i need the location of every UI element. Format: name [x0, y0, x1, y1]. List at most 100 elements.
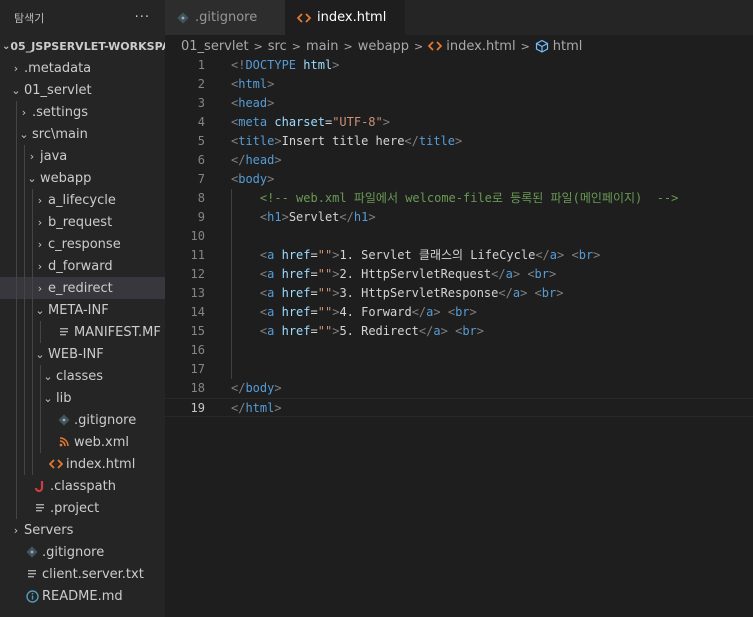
tree-item[interactable]: README.md — [0, 585, 165, 607]
token-tag: br — [455, 305, 470, 319]
indent-guide — [32, 321, 33, 343]
indent-guide — [32, 365, 33, 387]
code-line[interactable]: 18 </body> — [165, 379, 753, 398]
indent-guide — [24, 233, 25, 255]
indent-guide — [24, 211, 25, 233]
tree-item[interactable]: › e_redirect — [0, 277, 165, 299]
token-tag: br — [534, 267, 549, 281]
code-line[interactable]: 17 — [165, 360, 753, 379]
indent-guide — [16, 365, 17, 387]
tree-item[interactable]: .project — [0, 497, 165, 519]
tree-item[interactable]: index.html — [0, 453, 165, 475]
token-punct: > — [274, 401, 282, 415]
tree-item[interactable]: ⌄ classes — [0, 365, 165, 387]
tree-item[interactable]: ⌄ webapp — [0, 167, 165, 189]
token-punct: > — [455, 134, 463, 148]
breadcrumb-01-servlet[interactable]: 01_servlet — [181, 39, 249, 54]
explorer-title: 탐색기 — [14, 11, 45, 25]
token-tag: body — [238, 172, 268, 186]
code-line[interactable]: 14 <a href="">4. Forward</a> <br> — [165, 303, 753, 322]
tree-item[interactable]: .classpath — [0, 475, 165, 497]
tree-item[interactable]: ⌄ WEB-INF — [0, 343, 165, 365]
code-line[interactable]: 6 </head> — [165, 151, 753, 170]
tree-item[interactable]: client.server.txt — [0, 563, 165, 585]
chevron-right-icon: > — [291, 39, 301, 53]
git-icon — [177, 11, 189, 24]
tree-item[interactable]: ⌄ src\main — [0, 123, 165, 145]
code-line[interactable]: 4 <meta charset="UTF-8"> — [165, 113, 753, 132]
workspace-root[interactable]: ⌄ 05_JSPSERVLET-WORKSPA... — [0, 35, 165, 57]
chevron-right-icon: › — [37, 281, 43, 295]
tree-item[interactable]: .gitignore — [0, 409, 165, 431]
breadcrumb-webapp[interactable]: webapp — [358, 39, 409, 54]
token-tag: br — [541, 286, 557, 300]
chevron-down-icon: ⌄ — [2, 40, 11, 52]
breadcrumb-html[interactable]: html — [553, 39, 583, 54]
tree-item[interactable]: ⌄ 01_servlet — [0, 79, 165, 101]
code-text — [231, 341, 260, 360]
breadcrumb-main[interactable]: main — [306, 39, 338, 54]
token-tag: a — [505, 267, 513, 281]
tree-item-label: Servers — [24, 522, 74, 538]
code-line[interactable]: 2 <html> — [165, 75, 753, 94]
code-line[interactable]: 12 <a href="">2. HttpServletRequest</a> … — [165, 265, 753, 284]
token-punct: > — [281, 210, 289, 224]
html-icon — [428, 40, 443, 52]
code-line[interactable]: 1 <!DOCTYPE html> — [165, 56, 753, 75]
indent-guide — [32, 299, 33, 321]
tree-item[interactable]: ⌄ lib — [0, 387, 165, 409]
tree-item-label: web.xml — [74, 434, 129, 450]
code-line[interactable]: 10 — [165, 227, 753, 246]
indent-guide — [16, 277, 17, 299]
tree-item[interactable]: MANIFEST.MF — [0, 321, 165, 343]
token-tag: h1 — [267, 210, 282, 224]
tree-item[interactable]: .gitignore — [0, 541, 165, 563]
code-text: <h1>Servlet</h1> — [231, 208, 376, 227]
tree-item[interactable]: › c_response — [0, 233, 165, 255]
code-line[interactable]: 19 </html> — [165, 398, 753, 417]
tree-item[interactable]: › d_forward — [0, 255, 165, 277]
token-str: "" — [317, 267, 333, 281]
token-punct: </ — [404, 134, 419, 148]
tree-item[interactable]: › a_lifecycle — [0, 189, 165, 211]
code-line[interactable]: 11 < a href="" >1. Servlet 클래스의 LifeCycle<… — [165, 246, 753, 265]
code-line[interactable]: 3 <head> — [165, 94, 753, 113]
tree-item[interactable]: › Servers — [0, 519, 165, 541]
tab-gitignore[interactable]: .gitignore — [165, 0, 285, 35]
indent-guide — [16, 431, 17, 453]
more-actions-icon[interactable]: ··· — [135, 10, 150, 25]
code-line[interactable]: 7 <body> — [165, 170, 753, 189]
token-str: "" — [317, 248, 333, 262]
tree-item[interactable]: › b_request — [0, 211, 165, 233]
tree-item[interactable]: › .metadata — [0, 57, 165, 79]
code-line[interactable]: 16 — [165, 341, 753, 360]
indent-guide — [16, 189, 17, 211]
chevron-down-icon: ⌄ — [19, 127, 29, 141]
code-editor[interactable]: 1 <!DOCTYPE html> 2 <html> 3 <head> 4 <meta cha… — [165, 56, 753, 617]
code-line[interactable]: 5 <title>Insert title here</title> — [165, 132, 753, 151]
tree-item[interactable]: › .settings — [0, 101, 165, 123]
code-text: </html> — [231, 399, 282, 418]
tree-item[interactable]: › java — [0, 145, 165, 167]
tab-index-html[interactable]: index.html — [285, 0, 405, 35]
line-number: 12 — [190, 267, 205, 281]
breadcrumb-src[interactable]: src — [268, 39, 287, 54]
indent-guide — [16, 255, 17, 277]
token-attr: href — [281, 324, 311, 338]
chevron-right-icon: > — [253, 39, 263, 53]
chevron-right-icon: > — [520, 39, 530, 53]
indent-guide — [32, 343, 33, 365]
token-text: = — [310, 267, 318, 281]
code-line[interactable]: 13 <a href="">3. HttpServletResponse</a>… — [165, 284, 753, 303]
code-line[interactable]: 8 <!-- web.xml 파일에서 welcome-file로 등록된 파일… — [165, 189, 753, 208]
code-line[interactable]: 9 <h1>Servlet</h1> — [165, 208, 753, 227]
line-number: 19 — [190, 401, 205, 415]
tree-item[interactable]: web.xml — [0, 431, 165, 453]
code-line[interactable]: 15 <a href="">5. Redirect</a> <br> — [165, 322, 753, 341]
breadcrumb-index-html[interactable]: index.html — [446, 39, 515, 54]
token-punct: </ — [231, 153, 246, 167]
tree-item[interactable]: ⌄ META-INF — [0, 299, 165, 321]
